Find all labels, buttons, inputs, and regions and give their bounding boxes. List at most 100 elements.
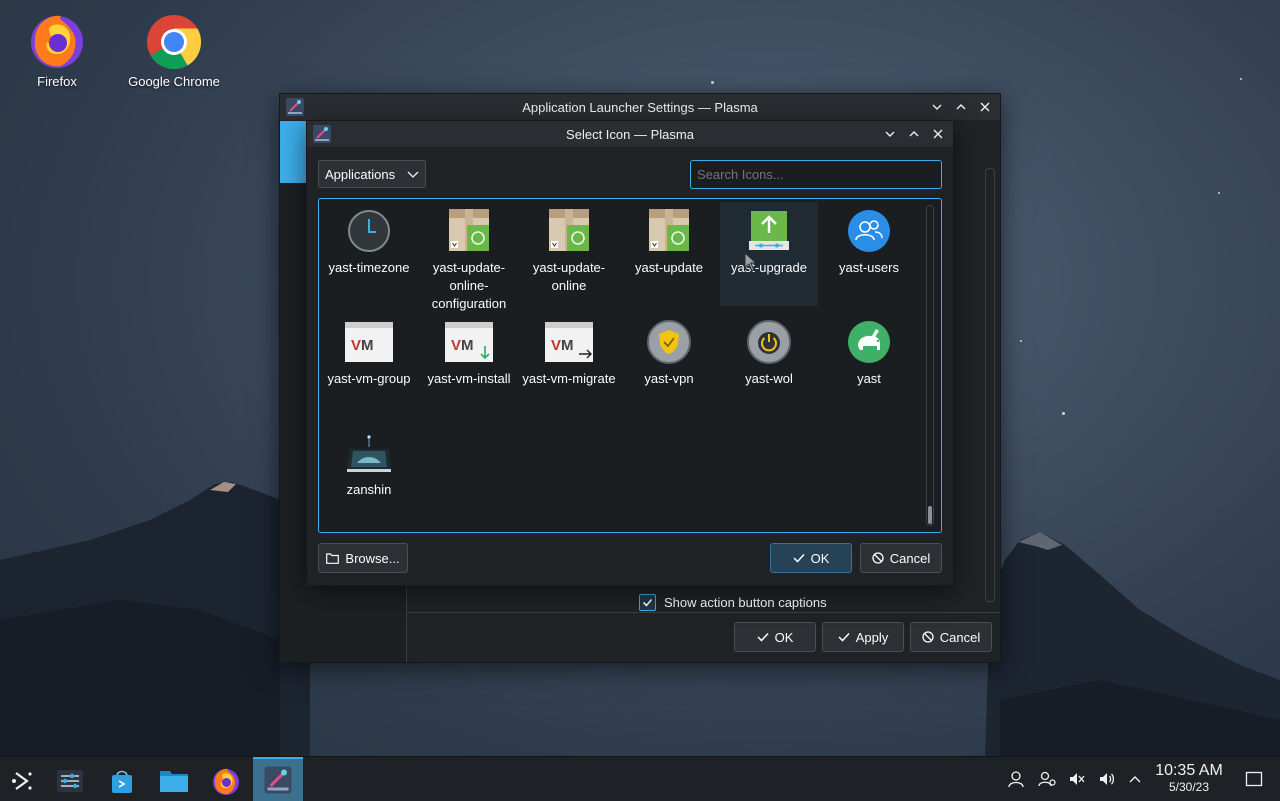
settings-cancel-button[interactable]: Cancel	[910, 622, 992, 652]
speaker-icon	[1100, 773, 1115, 785]
sidebar-selected-indicator[interactable]	[280, 121, 306, 183]
application-launcher-button[interactable]	[0, 761, 44, 801]
icon-item-label: yast-wol	[745, 371, 793, 386]
scrollbar-handle[interactable]	[928, 506, 932, 524]
select-icon-dialog: Select Icon — Plasma Applications yast-t…	[306, 120, 954, 586]
icon-item[interactable]: VM yast-vm-migrate	[519, 313, 619, 388]
show-captions-checkbox[interactable]	[639, 594, 656, 611]
taskbar-system-settings[interactable]	[48, 761, 92, 801]
folder-icon	[326, 552, 340, 564]
svg-text:V: V	[551, 337, 561, 354]
icon-item[interactable]: yast-timezone	[319, 202, 419, 277]
icon-item-label: yast-timezone	[328, 260, 410, 275]
show-captions-option[interactable]: Show action button captions	[639, 594, 827, 611]
chevron-up-icon	[1129, 776, 1141, 783]
icon-item[interactable]: yast-vpn	[619, 313, 719, 388]
taskbar: 10:35 AM 5/30/23	[0, 756, 1280, 801]
dialog-titlebar[interactable]: Select Icon — Plasma	[307, 121, 953, 147]
tray-user[interactable]	[1002, 757, 1030, 801]
launcher-titlebar[interactable]: Application Launcher Settings — Plasma	[280, 94, 1000, 120]
yast-chameleon-icon	[845, 318, 893, 366]
icon-item[interactable]: yast-wol	[719, 313, 819, 388]
dialog-cancel-label: Cancel	[889, 550, 931, 566]
firefox-icon	[213, 768, 239, 795]
close-button[interactable]	[929, 125, 947, 143]
icon-item-label: yast-vm-migrate	[522, 371, 616, 386]
maximize-button[interactable]	[905, 125, 923, 143]
launcher-icon	[12, 772, 32, 790]
dialog-cancel-button[interactable]: Cancel	[860, 543, 942, 573]
tray-muted-audio[interactable]	[1063, 757, 1091, 801]
vm-install-icon: VM	[445, 318, 493, 366]
dialog-ok-button[interactable]: OK	[770, 543, 852, 573]
desktop-icon-google-chrome[interactable]: Google Chrome	[124, 2, 224, 89]
settings-apply-button[interactable]: Apply	[822, 622, 904, 652]
icon-item-label: yast-vm-install	[427, 371, 511, 386]
icon-item[interactable]: yast-update	[619, 202, 719, 277]
icon-item[interactable]: yast-users	[819, 202, 919, 277]
mouse-cursor	[744, 252, 758, 272]
search-icons-input[interactable]	[690, 160, 942, 189]
icon-item[interactable]: yast	[819, 313, 919, 388]
close-button[interactable]	[976, 98, 994, 116]
settings-ok-label: OK	[774, 629, 794, 645]
taskbar-active-plasma-settings[interactable]	[253, 757, 303, 801]
icon-item-label: yast-users	[839, 260, 899, 275]
zanshin-icon	[345, 429, 393, 477]
svg-text:M: M	[461, 337, 474, 354]
power-icon	[745, 318, 793, 366]
dialog-ok-label: OK	[810, 550, 830, 566]
settings-cancel-label: Cancel	[939, 629, 981, 645]
icon-list-scrollbar[interactable]	[926, 205, 934, 526]
icon-item[interactable]: yast-update-online-configuration	[419, 202, 519, 313]
users-icon	[845, 207, 893, 255]
clock[interactable]: 10:35 AM 5/30/23	[1148, 762, 1230, 794]
cancel-icon	[922, 631, 934, 643]
package-update-icon	[445, 207, 493, 255]
taskbar-discover[interactable]	[100, 761, 144, 801]
category-select[interactable]: Applications	[318, 160, 426, 188]
check-icon	[838, 632, 850, 642]
plasma-settings-icon	[286, 98, 304, 116]
cancel-icon	[872, 552, 884, 564]
icon-list: yast-timezone yast-update-online-configu…	[318, 198, 942, 533]
chevron-down-icon	[407, 171, 419, 178]
dialog-title: Select Icon — Plasma	[566, 126, 694, 142]
upgrade-arrow-icon	[745, 207, 793, 255]
icon-item[interactable]: yast-upgrade	[720, 202, 818, 306]
taskbar-file-manager[interactable]	[152, 761, 196, 801]
minimize-button[interactable]	[928, 98, 946, 116]
desktop-icon-firefox[interactable]: Firefox	[7, 2, 107, 89]
clock-date: 5/30/23	[1168, 780, 1210, 794]
show-desktop-button[interactable]	[1240, 757, 1268, 801]
settings-scrollbar[interactable]	[985, 168, 995, 602]
user-icon	[1008, 771, 1024, 788]
tray-network[interactable]	[1033, 757, 1061, 801]
package-update-icon	[645, 207, 693, 255]
desktop-icon-label: Firefox	[37, 74, 77, 89]
svg-text:V: V	[451, 337, 461, 354]
svg-text:V: V	[351, 337, 361, 354]
taskbar-firefox[interactable]	[204, 761, 248, 801]
browse-button[interactable]: Browse...	[318, 543, 408, 573]
browse-label: Browse...	[345, 550, 400, 566]
minimize-button[interactable]	[881, 125, 899, 143]
settings-sliders-icon	[57, 770, 83, 792]
svg-text:M: M	[361, 337, 374, 354]
icon-item[interactable]: yast-update-online	[519, 202, 619, 295]
clock-icon	[345, 207, 393, 255]
tray-volume[interactable]	[1093, 757, 1121, 801]
svg-text:M: M	[561, 337, 574, 354]
icon-item[interactable]: VM yast-vm-install	[419, 313, 519, 388]
firefox-icon	[27, 10, 87, 70]
icon-item-label: yast-vm-group	[327, 371, 411, 386]
icon-item[interactable]: VM yast-vm-group	[319, 313, 419, 388]
chrome-icon	[144, 10, 204, 70]
icon-item[interactable]: zanshin	[319, 424, 419, 499]
vm-migrate-icon: VM	[545, 318, 593, 366]
icon-item-label: yast-update	[635, 260, 703, 275]
tray-expand[interactable]	[1121, 757, 1149, 801]
show-captions-label: Show action button captions	[664, 595, 827, 610]
settings-ok-button[interactable]: OK	[734, 622, 816, 652]
maximize-button[interactable]	[952, 98, 970, 116]
